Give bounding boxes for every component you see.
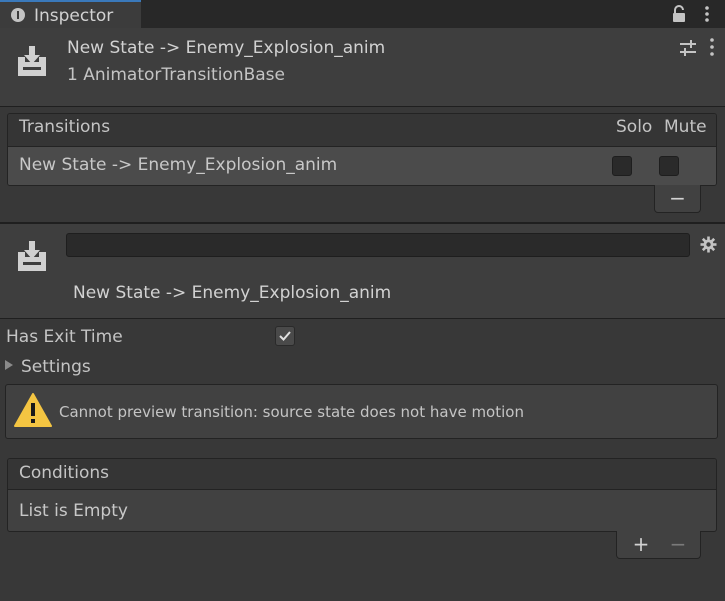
- tab-inspector[interactable]: Inspector: [0, 0, 141, 28]
- transition-row-label: New State -> Enemy_Explosion_anim: [19, 155, 338, 175]
- tab-label: Inspector: [34, 6, 114, 26]
- warning-helpbox: Cannot preview transition: source state …: [5, 384, 718, 439]
- remove-transition-button[interactable]: −: [655, 185, 700, 212]
- list-item[interactable]: New State -> Enemy_Explosion_anim: [8, 147, 716, 185]
- remove-condition-button[interactable]: −: [664, 531, 692, 558]
- preset-sliders-icon[interactable]: [680, 40, 696, 56]
- gear-icon[interactable]: [700, 236, 717, 253]
- conditions-list: Conditions List is Empty: [7, 458, 717, 532]
- settings-foldout[interactable]: Settings: [21, 357, 91, 377]
- transition-import-icon: [18, 241, 46, 271]
- info-icon: [11, 8, 25, 22]
- transition-header: New State -> Enemy_Explosion_anim: [0, 224, 725, 319]
- conditions-list-footer: + −: [616, 531, 701, 559]
- header-subtitle: 1 AnimatorTransitionBase: [67, 65, 285, 85]
- mute-checkbox[interactable]: [659, 156, 679, 176]
- add-condition-button[interactable]: +: [627, 531, 655, 558]
- transitions-list-header: Transitions Solo Mute: [8, 114, 716, 147]
- solo-checkbox[interactable]: [612, 156, 632, 176]
- mute-column-header: Mute: [664, 117, 707, 137]
- conditions-title: Conditions: [19, 463, 109, 483]
- warning-text: Cannot preview transition: source state …: [59, 403, 524, 421]
- list-empty-text: List is Empty: [19, 501, 128, 521]
- kebab-menu-icon[interactable]: [710, 38, 714, 56]
- kebab-menu-icon[interactable]: [700, 4, 714, 24]
- header-title: New State -> Enemy_Explosion_anim: [67, 38, 386, 58]
- transition-import-icon: [18, 46, 46, 76]
- transitions-title: Transitions: [19, 117, 111, 137]
- transitions-list-footer: −: [654, 185, 701, 213]
- foldout-arrow-icon[interactable]: [5, 360, 13, 370]
- transitions-list: Transitions Solo Mute New State -> Enemy…: [7, 113, 717, 186]
- object-header: New State -> Enemy_Explosion_anim 1 Anim…: [0, 28, 725, 107]
- has-exit-time-checkbox[interactable]: [275, 326, 295, 346]
- transition-name-field[interactable]: [66, 233, 690, 257]
- transition-name: New State -> Enemy_Explosion_anim: [73, 283, 392, 303]
- checkmark-icon: [279, 331, 291, 341]
- warning-icon: [14, 393, 52, 427]
- has-exit-time-label: Has Exit Time: [6, 327, 123, 347]
- conditions-list-header: Conditions: [8, 459, 716, 490]
- solo-column-header: Solo: [616, 117, 653, 137]
- lock-icon[interactable]: [672, 5, 686, 23]
- tab-bar: Inspector: [0, 0, 725, 28]
